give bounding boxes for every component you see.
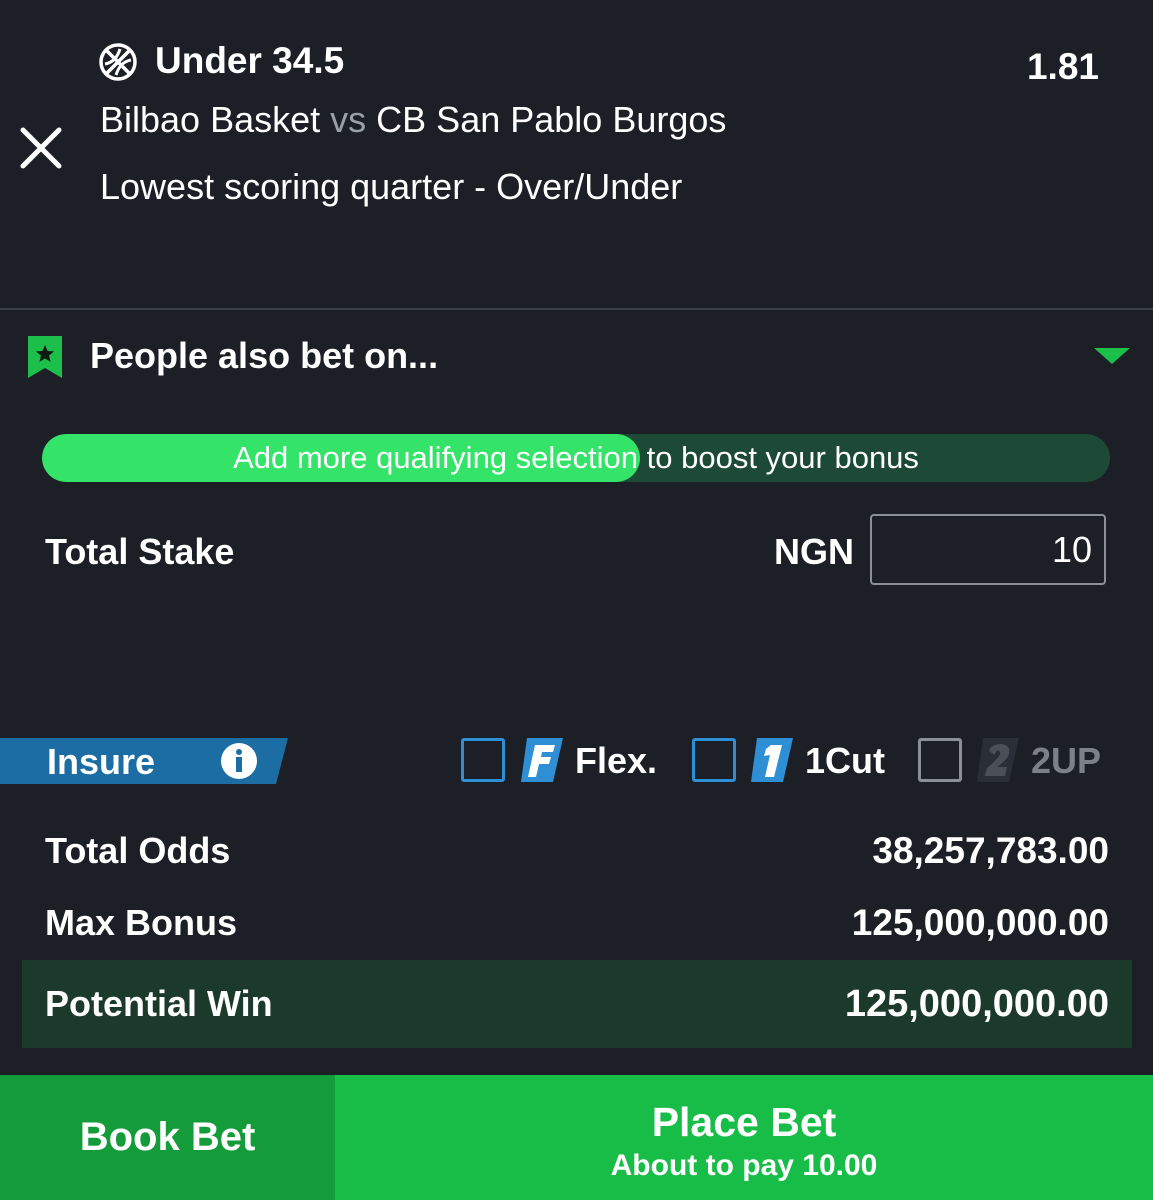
potential-win-value: 125,000,000.00 (844, 983, 1109, 1025)
stake-input[interactable] (870, 514, 1106, 585)
total-stake-label: Total Stake (45, 531, 235, 572)
onecut-logo-icon (751, 738, 793, 782)
potential-win-label: Potential Win (45, 983, 273, 1024)
total-odds-value: 38,257,783.00 (872, 830, 1109, 871)
match-name: Bilbao Basket vs CB San Pablo Burgos (100, 98, 726, 142)
onecut-checkbox[interactable] (692, 738, 736, 782)
away-team: CB San Pablo Burgos (376, 99, 727, 140)
bookmark-star-icon (28, 336, 62, 378)
onecut-label: 1Cut (805, 740, 885, 781)
divider (0, 308, 1153, 310)
insure-label: Insure (47, 741, 156, 782)
place-bet-button[interactable]: Place Bet About to pay 10.00 (335, 1075, 1153, 1200)
bonus-progress-text: Add more qualifying selection to boost y… (233, 440, 919, 475)
max-bonus-value: 125,000,000.00 (851, 902, 1109, 943)
place-bet-label: Place Bet (651, 1099, 837, 1145)
flex-logo-icon (521, 738, 563, 782)
people-also-bet-label: People also bet on... (90, 335, 439, 376)
home-team: Bilbao Basket (100, 99, 321, 140)
currency-label: NGN (774, 531, 854, 572)
max-bonus-label: Max Bonus (45, 902, 238, 943)
close-icon[interactable] (18, 125, 64, 171)
basketball-icon (98, 42, 138, 82)
twoup-checkbox[interactable] (918, 738, 962, 782)
twoup-label: 2UP (1031, 740, 1102, 781)
chevron-down-icon (1094, 348, 1130, 366)
book-bet-button[interactable]: Book Bet (0, 1075, 335, 1200)
twoup-logo-icon (977, 738, 1019, 782)
selection-odds: 1.81 (1026, 46, 1099, 87)
info-icon[interactable] (220, 742, 258, 780)
people-also-bet-toggle[interactable]: People also bet on... (0, 320, 1153, 394)
total-odds-label: Total Odds (45, 830, 231, 871)
flex-checkbox[interactable] (461, 738, 505, 782)
vs-label: vs (330, 99, 367, 140)
flex-label: Flex. (575, 740, 658, 781)
place-bet-amount: About to pay 10.00 (610, 1149, 878, 1182)
bonus-progress-bar: Add more qualifying selection to boost y… (42, 434, 1110, 482)
book-bet-label: Book Bet (79, 1115, 256, 1159)
market-name: Lowest scoring quarter - Over/Under (100, 166, 683, 207)
selection-pick: Under 34.5 (155, 40, 345, 81)
